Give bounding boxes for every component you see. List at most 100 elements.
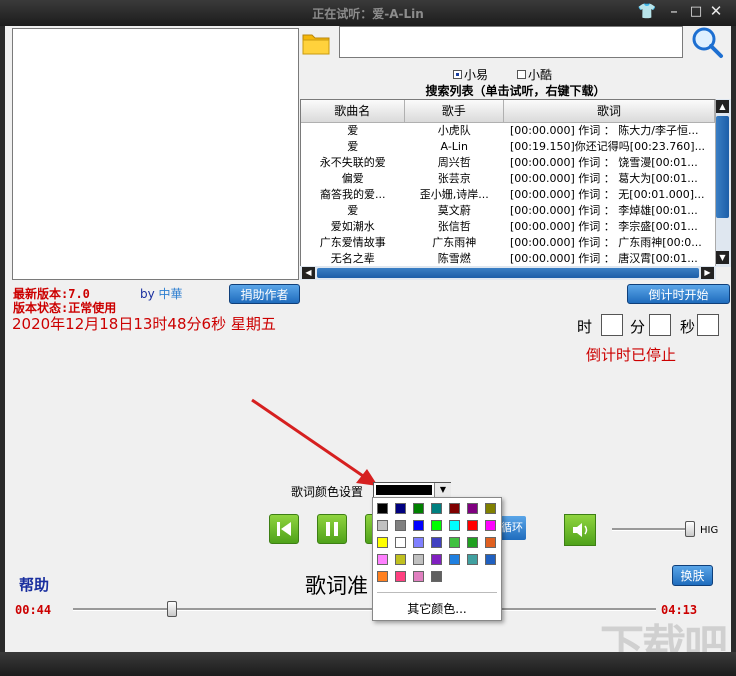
- lyrics-cell: [00:00.000] 作词 ： 无[00:01.000]...: [510, 188, 705, 201]
- scroll-down-icon[interactable]: ▼: [716, 251, 729, 264]
- search-results-table[interactable]: 歌曲名 歌手 歌词 爱 小虎队 [00:00.000] 作词 ： 陈大力/李子恒..…: [300, 99, 716, 267]
- skin-button[interactable]: 换肤: [672, 565, 713, 586]
- color-swatch[interactable]: [449, 554, 460, 565]
- color-swatch[interactable]: [377, 571, 388, 582]
- table-row[interactable]: 爱如潮水 张信哲 [00:00.000] 作词 ： 李宗盛[00:01...: [301, 219, 715, 235]
- lyrics-cell: [00:00.000] 作词 ： 葛大为[00:01...: [510, 172, 698, 185]
- source-radio-xiaoyi[interactable]: 小易: [453, 66, 488, 83]
- progress-track[interactable]: [73, 608, 656, 611]
- color-swatch[interactable]: [377, 554, 388, 565]
- column-header-lyrics[interactable]: 歌词: [504, 100, 715, 122]
- color-swatch[interactable]: [377, 520, 388, 531]
- progress-slider-thumb[interactable]: [167, 601, 178, 617]
- lyrics-cell: [00:00.000] 作词 ： 陈大力/李子恒...: [510, 124, 699, 137]
- column-header-song[interactable]: 歌曲名: [301, 100, 405, 122]
- bottom-bar: [0, 652, 736, 676]
- artist-cell: 莫文蔚: [437, 204, 471, 217]
- folder-icon: [302, 34, 330, 55]
- song-cell: 爱: [347, 204, 359, 217]
- color-swatch[interactable]: [377, 503, 388, 514]
- donate-button[interactable]: 捐助作者: [229, 284, 300, 304]
- table-row[interactable]: 爱 莫文蔚 [00:00.000] 作词 ： 李焯雄[00:01...: [301, 203, 715, 219]
- table-row[interactable]: 裔答我的爱... 歪小姗,诗岸... [00:00.000] 作词 ： 无[00:0…: [301, 187, 715, 203]
- color-swatch[interactable]: [485, 520, 496, 531]
- skin-icon[interactable]: 👕: [637, 2, 657, 20]
- color-swatch[interactable]: [413, 503, 424, 514]
- palette-divider: [377, 592, 497, 593]
- volume-button[interactable]: [564, 514, 596, 546]
- color-swatch[interactable]: [395, 503, 406, 514]
- color-swatch[interactable]: [413, 571, 424, 582]
- search-button[interactable]: [689, 24, 725, 60]
- color-swatch[interactable]: [377, 537, 388, 548]
- artist-cell: A-Lin: [440, 140, 468, 153]
- other-color-button[interactable]: 其它颜色...: [372, 600, 502, 617]
- loop-button[interactable]: 循环: [500, 516, 526, 540]
- lyrics-cell: [00:00.000] 作词 ： 李焯雄[00:01...: [510, 204, 698, 217]
- window-title: 正在试听：爱-A-Lin: [312, 7, 424, 21]
- color-swatch[interactable]: [485, 503, 496, 514]
- search-input[interactable]: [339, 26, 683, 58]
- color-swatch[interactable]: [449, 503, 460, 514]
- lyrics-cell: [00:00.000] 作词 ： 李宗盛[00:01...: [510, 220, 698, 233]
- color-swatch[interactable]: [431, 503, 442, 514]
- color-swatch[interactable]: [395, 571, 406, 582]
- color-swatch[interactable]: [485, 554, 496, 565]
- volume-track[interactable]: [612, 528, 694, 531]
- color-swatch[interactable]: [467, 554, 478, 565]
- color-swatch[interactable]: [431, 520, 442, 531]
- color-swatch[interactable]: [485, 537, 496, 548]
- table-row[interactable]: 无名之辈 陈雪燃 [00:00.000] 作词 ： 唐汉霄[00:01...: [301, 251, 715, 266]
- color-swatch[interactable]: [395, 520, 406, 531]
- help-link[interactable]: 帮助: [19, 574, 49, 595]
- color-swatch[interactable]: [395, 537, 406, 548]
- minimize-button[interactable]: –: [664, 2, 684, 20]
- countdown-start-button[interactable]: 倒计时开始: [627, 284, 730, 304]
- table-row[interactable]: 爱 A-Lin [00:19.150]你还记得吗[00:23.760]...: [301, 139, 715, 155]
- color-swatch[interactable]: [467, 520, 478, 531]
- folder-button[interactable]: [301, 28, 331, 56]
- color-swatch[interactable]: [449, 537, 460, 548]
- table-row[interactable]: 爱 小虎队 [00:00.000] 作词 ： 陈大力/李子恒...: [301, 123, 715, 139]
- second-input[interactable]: [697, 314, 719, 336]
- color-swatch[interactable]: [413, 537, 424, 548]
- table-row[interactable]: 偏爱 张芸京 [00:00.000] 作词 ： 葛大为[00:01...: [301, 171, 715, 187]
- minute-input[interactable]: [649, 314, 671, 336]
- color-swatch[interactable]: [431, 554, 442, 565]
- table-row[interactable]: 永不失联的爱 周兴哲 [00:00.000] 作词 ： 饶雪漫[00:01...: [301, 155, 715, 171]
- table-header: 歌曲名 歌手 歌词: [301, 100, 715, 123]
- artist-cell: 广东雨神: [432, 236, 477, 249]
- color-swatch[interactable]: [431, 571, 442, 582]
- close-button[interactable]: ✕: [706, 2, 726, 20]
- radio-selected-icon: [453, 70, 462, 79]
- song-cell: 永不失联的爱: [319, 156, 386, 169]
- color-swatch[interactable]: [467, 503, 478, 514]
- chevron-down-icon[interactable]: ▼: [434, 483, 451, 497]
- color-swatch[interactable]: [467, 537, 478, 548]
- minute-unit: 分: [630, 318, 646, 336]
- hour-input[interactable]: [601, 314, 623, 336]
- table-row[interactable]: 广东爱情故事 广东雨神 [00:00.000] 作词 ： 广东雨神[00:0...: [301, 235, 715, 251]
- author-link[interactable]: 中華: [159, 287, 183, 301]
- artist-cell: 小虎队: [437, 124, 471, 137]
- scroll-up-icon[interactable]: ▲: [716, 100, 729, 113]
- color-swatch[interactable]: [431, 537, 442, 548]
- previous-button[interactable]: [269, 514, 299, 544]
- vertical-scroll-thumb[interactable]: [716, 116, 729, 218]
- horizontal-scroll-thumb[interactable]: [317, 268, 699, 278]
- scroll-right-icon[interactable]: ▶: [701, 267, 714, 279]
- scroll-left-icon[interactable]: ◀: [302, 267, 315, 279]
- color-swatch[interactable]: [413, 554, 424, 565]
- color-swatch[interactable]: [395, 554, 406, 565]
- pause-button[interactable]: [317, 514, 347, 544]
- column-header-artist[interactable]: 歌手: [405, 100, 505, 122]
- volume-slider-thumb[interactable]: [684, 521, 695, 537]
- color-swatch[interactable]: [413, 520, 424, 531]
- volume-label: HIG: [700, 525, 719, 536]
- artist-cell: 张信哲: [437, 220, 471, 233]
- maximize-button[interactable]: □: [686, 4, 706, 19]
- song-cell: 无名之辈: [330, 252, 375, 265]
- source-radio-xiaoku[interactable]: 小酷: [517, 66, 552, 83]
- artist-cell: 张芸京: [437, 172, 471, 185]
- color-swatch[interactable]: [449, 520, 460, 531]
